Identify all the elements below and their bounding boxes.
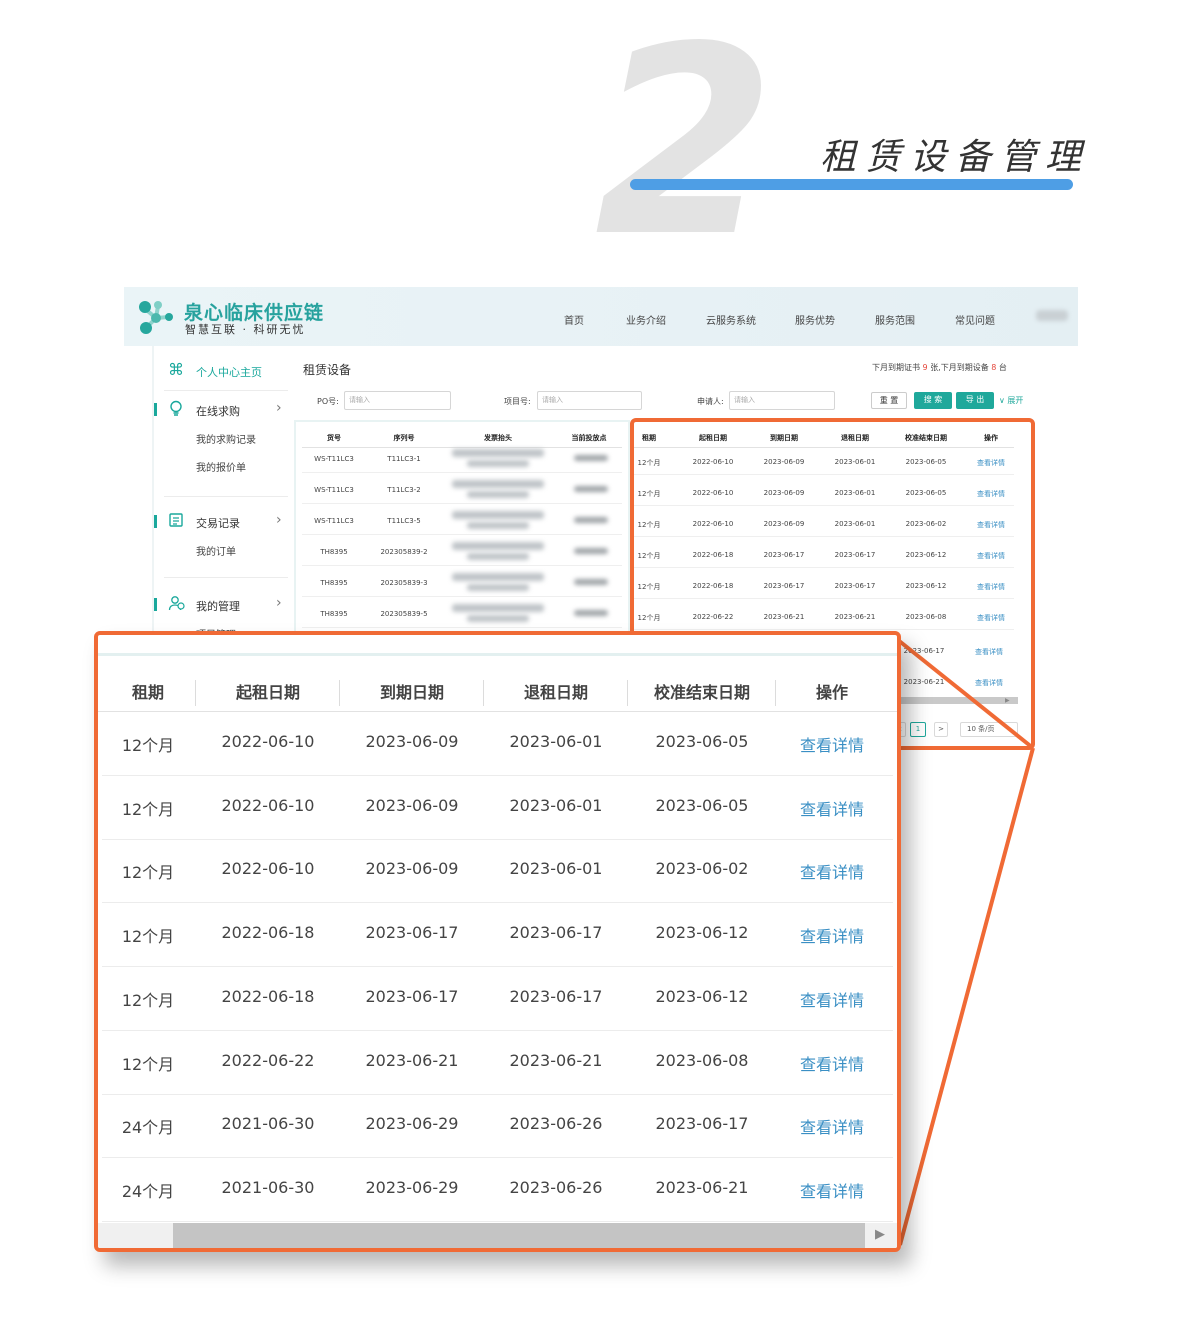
column-header: 到期日期	[379, 683, 444, 702]
view-details-link[interactable]: 查看详情	[778, 1051, 886, 1075]
column-separator	[775, 680, 776, 706]
lease-cell: 24个月	[121, 1118, 175, 1138]
lease-cell: 2023-06-17	[509, 986, 603, 1006]
view-details-link[interactable]: 查看详情	[778, 1178, 886, 1202]
row-divider	[102, 1029, 893, 1031]
view-details-link[interactable]: 查看详情	[778, 987, 886, 1011]
lease-cell: 2023-06-21	[365, 1050, 459, 1070]
view-details-link[interactable]: 查看详情	[778, 1114, 886, 1138]
scroll-right-icon[interactable]: ▶	[875, 1227, 885, 1242]
lease-cell: 12个月	[121, 927, 175, 947]
table-top-border	[98, 653, 897, 656]
lease-cell: 2023-06-26	[509, 1114, 603, 1134]
lease-cell: 2022-06-10	[221, 859, 315, 879]
view-details-link[interactable]: 查看详情	[778, 732, 886, 756]
lease-cell: 2022-06-10	[221, 732, 315, 751]
lease-cell: 2021-06-30	[221, 1114, 315, 1134]
lease-cell: 12个月	[121, 863, 175, 883]
zoomed-lease-table: 租期 起租日期 到期日期 退租日期 校准结束日期 操作 12个月 2022-06-10 202…	[94, 631, 901, 1252]
lease-cell: 2023-06-09	[365, 859, 459, 879]
column-separator	[339, 680, 340, 706]
column-header: 校准结束日期	[653, 683, 750, 702]
row-divider	[102, 1157, 893, 1159]
lease-cell: 2023-06-01	[509, 795, 603, 815]
column-separator	[483, 680, 484, 706]
lease-cell: 2023-06-12	[655, 986, 749, 1006]
lease-cell: 2021-06-30	[221, 1177, 315, 1197]
lease-cell: 2023-06-05	[655, 795, 749, 815]
view-details-link[interactable]: 查看详情	[778, 796, 886, 820]
column-header: 操作	[815, 683, 848, 702]
row-divider	[102, 1093, 893, 1095]
lease-cell: 2023-06-12	[655, 923, 749, 943]
view-details-link[interactable]: 查看详情	[778, 859, 886, 883]
lease-cell: 2023-06-29	[365, 1114, 459, 1134]
lease-cell: 2023-06-09	[365, 795, 459, 815]
view-details-link[interactable]: 查看详情	[778, 923, 886, 947]
lease-cell: 2022-06-18	[221, 923, 315, 943]
lease-cell: 2023-06-17	[655, 1114, 749, 1134]
column-header: 租期	[131, 683, 164, 702]
lease-cell: 2023-06-29	[365, 1177, 459, 1197]
row-divider	[102, 966, 893, 968]
scrollbar-thumb[interactable]	[173, 1223, 865, 1248]
column-separator	[195, 680, 196, 706]
column-header: 退租日期	[523, 683, 588, 702]
lease-cell: 2023-06-17	[509, 923, 603, 943]
lease-cell: 24个月	[121, 1181, 175, 1201]
lease-cell: 2023-06-21	[655, 1177, 749, 1197]
page: 2 租赁设备管理 泉心临床供应链 智慧互联 · 科研无忧 首页 业务介绍 云服务…	[0, 0, 1179, 1326]
lease-cell: 12个月	[121, 990, 175, 1010]
lease-cell: 2022-06-18	[221, 986, 315, 1006]
lease-cell: 2023-06-08	[655, 1050, 749, 1070]
lease-cell: 2023-06-26	[509, 1177, 603, 1197]
lease-cell: 2022-06-22	[221, 1050, 315, 1070]
lease-cell: 2023-06-17	[365, 923, 459, 943]
row-divider	[102, 838, 893, 840]
lease-cell: 2023-06-01	[509, 732, 603, 751]
lease-cell: 12个月	[121, 1054, 175, 1074]
column-header: 起租日期	[235, 683, 300, 702]
lease-cell: 2023-06-05	[655, 732, 749, 751]
column-separator	[627, 680, 628, 706]
lease-cell: 2023-06-17	[365, 986, 459, 1006]
row-divider	[102, 902, 893, 904]
lease-cell: 2023-06-21	[509, 1050, 603, 1070]
row-divider	[102, 775, 893, 776]
lease-cell: 2023-06-01	[509, 859, 603, 879]
lease-cell: 2022-06-10	[221, 795, 315, 815]
lease-cell: 2023-06-02	[655, 859, 749, 879]
row-divider	[102, 1220, 893, 1222]
lease-cell: 12个月	[121, 736, 175, 755]
lease-cell: 2023-06-09	[365, 732, 459, 751]
lease-cell: 12个月	[121, 799, 175, 819]
